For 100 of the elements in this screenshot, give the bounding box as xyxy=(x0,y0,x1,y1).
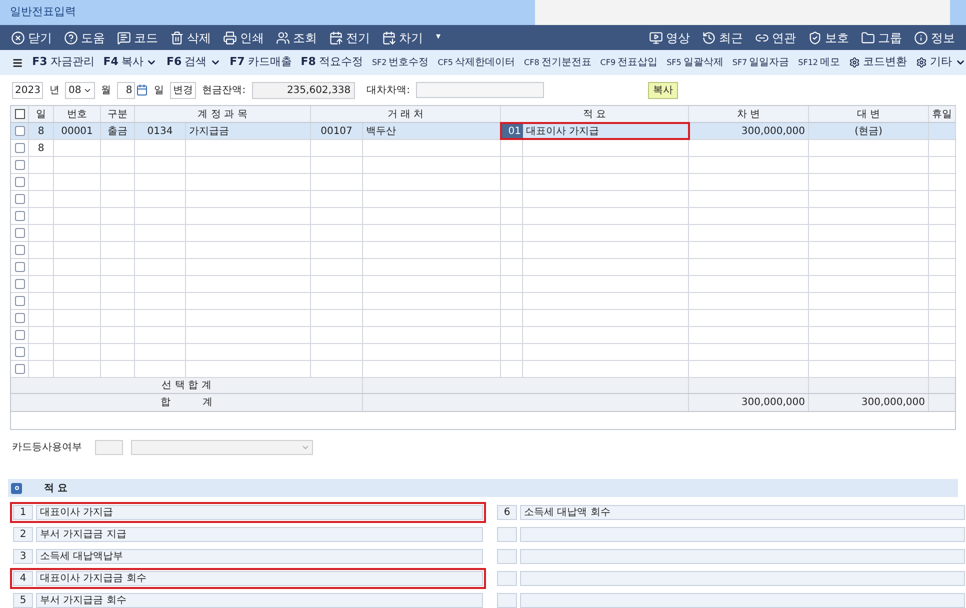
toolbar-button[interactable]: 연관 xyxy=(752,28,799,46)
function-key-button[interactable]: F4 복사 xyxy=(103,54,158,71)
toolbar-button[interactable]: 그룹 xyxy=(858,28,905,46)
function-key-button[interactable]: SF12 메모 xyxy=(798,55,840,70)
title-search-field[interactable] xyxy=(535,0,950,25)
row-checkbox[interactable] xyxy=(14,279,24,289)
memo-number: 6 xyxy=(497,505,517,520)
memo-item[interactable]: 1 대표이사 가지급 xyxy=(12,504,484,521)
day-field[interactable]: 8 xyxy=(117,82,136,98)
table-row[interactable] xyxy=(11,276,955,293)
function-key-button[interactable]: 코드변환 xyxy=(849,54,907,71)
table-row[interactable] xyxy=(11,174,955,191)
row-checkbox[interactable] xyxy=(14,262,24,272)
table-row[interactable]: 8 00001 출금 0134 가지급금 00107 백두산 01 대표이사 가지급 300,000,000 (현금) xyxy=(11,123,955,140)
toolbar-button[interactable]: 최근 xyxy=(699,28,746,46)
copy-button[interactable]: 복사 xyxy=(648,82,678,98)
table-row[interactable] xyxy=(11,157,955,174)
table-row[interactable] xyxy=(11,225,955,242)
toolbar-button[interactable]: 영상 xyxy=(646,28,693,46)
table-cell-text: 8 xyxy=(38,124,44,138)
function-key-button[interactable]: CF9 전표삽입 xyxy=(600,55,658,70)
table-row[interactable] xyxy=(11,242,955,259)
card-usage-code-field[interactable] xyxy=(95,440,123,455)
table-row[interactable]: 8 xyxy=(11,140,955,157)
function-key-button[interactable]: F6 검색 xyxy=(166,54,221,71)
more-button[interactable]: ▾ xyxy=(432,30,445,44)
toolbar-button[interactable]: 차기 xyxy=(379,28,426,46)
total-label: 합 계 xyxy=(160,396,212,410)
table-row[interactable] xyxy=(11,310,955,327)
trash-icon xyxy=(170,30,184,44)
toolbar-button[interactable]: 닫기 xyxy=(8,28,55,46)
select-all-checkbox[interactable] xyxy=(14,109,24,119)
table-cell-text: 00107 xyxy=(320,124,352,138)
toolbar-button[interactable]: 도움 xyxy=(61,28,108,46)
table-cell-text: 출금 xyxy=(108,124,128,138)
row-checkbox[interactable] xyxy=(14,296,24,306)
toolbar-button[interactable]: 정보 xyxy=(911,28,958,46)
total-credit: 300,000,000 xyxy=(861,396,925,410)
history-icon xyxy=(702,30,716,44)
row-checkbox[interactable] xyxy=(14,313,24,323)
memo-item[interactable] xyxy=(496,548,966,565)
row-checkbox[interactable] xyxy=(14,143,24,153)
memo-item[interactable]: 5 부서 가지급금 회수 xyxy=(12,592,484,608)
toolbar-button[interactable]: 전기 xyxy=(326,28,373,46)
collapse-icon[interactable] xyxy=(11,482,22,494)
gear-icon xyxy=(916,57,927,68)
memo-panel-title: 적 요 xyxy=(44,482,68,496)
function-key-button[interactable]: 기타 xyxy=(916,54,966,71)
table-cell-text: 가지급금 xyxy=(189,124,229,138)
row-checkbox[interactable] xyxy=(14,211,24,221)
toolbar-button[interactable]: 삭제 xyxy=(167,28,214,46)
function-key-button[interactable]: CF8 전기분전표 xyxy=(524,55,592,70)
people-icon xyxy=(276,30,290,44)
video-icon xyxy=(649,30,663,44)
row-checkbox[interactable] xyxy=(14,347,24,357)
gear-icon xyxy=(849,57,860,68)
function-key-button[interactable]: CF5 삭제한데이터 xyxy=(438,55,516,70)
toolbar-button[interactable]: 코드 xyxy=(114,28,161,46)
calendar-icon[interactable] xyxy=(136,84,148,96)
memo-text: 부서 가지급금 지급 xyxy=(36,527,483,542)
function-key-button[interactable]: SF5 일괄삭제 xyxy=(666,55,724,70)
card-usage-select[interactable] xyxy=(131,440,313,455)
table-row[interactable] xyxy=(11,191,955,208)
function-key-button[interactable]: F7 카드매출 xyxy=(230,54,292,71)
table-row[interactable] xyxy=(11,361,955,378)
memo-code: 01 xyxy=(501,123,523,139)
cash-balance-field: 235,602,338 xyxy=(252,82,355,98)
row-checkbox[interactable] xyxy=(14,245,24,255)
function-key-button[interactable]: SF7 일일자금 xyxy=(732,55,790,70)
row-checkbox[interactable] xyxy=(14,228,24,238)
row-checkbox[interactable] xyxy=(14,126,24,136)
memo-item[interactable]: 6 소득세 대납액 회수 xyxy=(496,504,966,521)
table-row[interactable] xyxy=(11,259,955,276)
function-key-button[interactable]: F3 자금관리 xyxy=(32,54,94,71)
table-row[interactable] xyxy=(11,208,955,225)
memo-item[interactable]: 4 대표이사 가지급금 회수 xyxy=(12,570,484,587)
row-checkbox[interactable] xyxy=(14,364,24,374)
function-key-button[interactable]: SF2 번호수정 xyxy=(372,55,429,70)
memo-cell[interactable]: 01 대표이사 가지급 xyxy=(501,123,689,139)
change-button[interactable]: 변경 xyxy=(170,82,196,98)
table-row[interactable] xyxy=(11,327,955,344)
row-checkbox[interactable] xyxy=(14,160,24,170)
function-key-button[interactable]: F8 적요수정 xyxy=(300,54,363,71)
toolbar-button[interactable]: 조회 xyxy=(273,28,320,46)
memo-item[interactable] xyxy=(496,526,966,543)
year-field[interactable]: 2023 xyxy=(12,82,44,98)
toolbar-button[interactable]: 인쇄 xyxy=(220,28,267,46)
month-select[interactable]: 08 xyxy=(65,82,96,98)
row-checkbox[interactable] xyxy=(14,177,24,187)
row-checkbox[interactable] xyxy=(14,194,24,204)
toolbar-button[interactable]: 보호 xyxy=(805,28,852,46)
table-row[interactable] xyxy=(11,344,955,361)
memo-item[interactable]: 2 부서 가지급금 지급 xyxy=(12,526,484,543)
table-row[interactable] xyxy=(11,293,955,310)
memo-item[interactable]: 3 소득세 대납액납부 xyxy=(12,548,484,565)
row-checkbox[interactable] xyxy=(14,330,24,340)
column-header: 적 요 xyxy=(582,108,606,122)
column-header: 계 정 과 목 xyxy=(198,108,248,122)
selected-total-label: 선 택 합 계 xyxy=(162,379,212,393)
memo-item[interactable] xyxy=(496,570,966,587)
